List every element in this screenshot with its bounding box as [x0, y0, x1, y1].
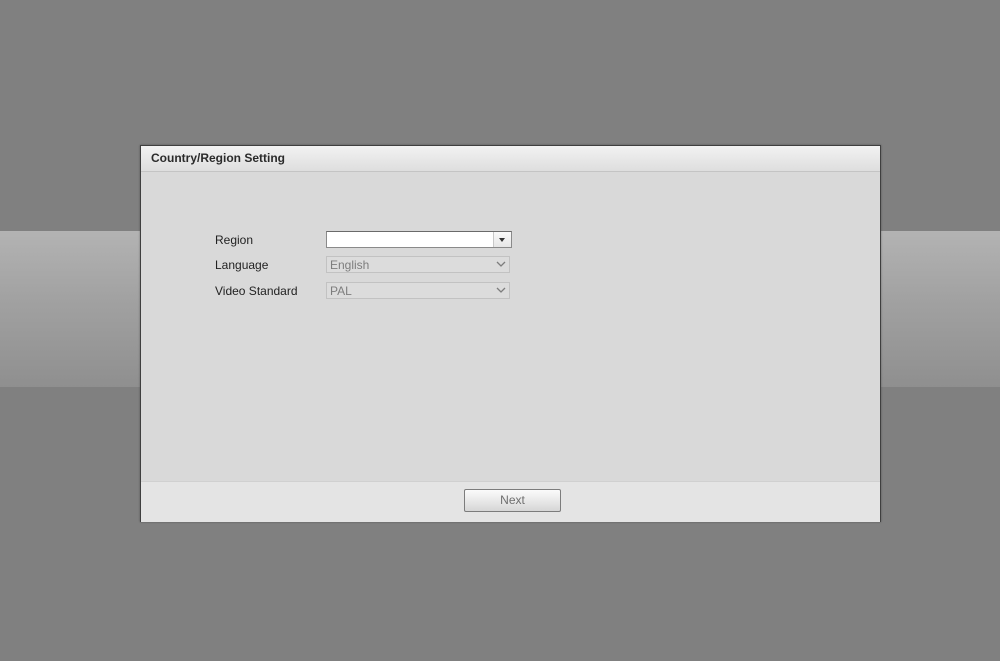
dialog-footer: Next — [141, 481, 880, 522]
video-standard-row: Video Standard PAL — [215, 282, 535, 300]
language-row: Language English — [215, 256, 535, 274]
country-region-dialog: Country/Region Setting Region Language E… — [140, 145, 881, 522]
region-select[interactable] — [326, 231, 512, 248]
language-value: English — [330, 258, 370, 272]
dialog-title: Country/Region Setting — [151, 151, 285, 165]
region-row: Region — [215, 231, 535, 249]
chevron-down-icon — [496, 261, 506, 267]
video-standard-label: Video Standard — [215, 284, 298, 298]
triangle-down-icon — [499, 238, 505, 242]
dialog-header: Country/Region Setting — [141, 146, 880, 172]
video-standard-value: PAL — [330, 284, 352, 298]
language-label: Language — [215, 258, 269, 272]
video-standard-select[interactable]: PAL — [326, 282, 510, 299]
language-select[interactable]: English — [326, 256, 510, 273]
region-dropdown-button[interactable] — [493, 232, 511, 247]
next-button[interactable]: Next — [464, 489, 561, 512]
chevron-down-icon — [496, 287, 506, 293]
region-label: Region — [215, 233, 254, 247]
